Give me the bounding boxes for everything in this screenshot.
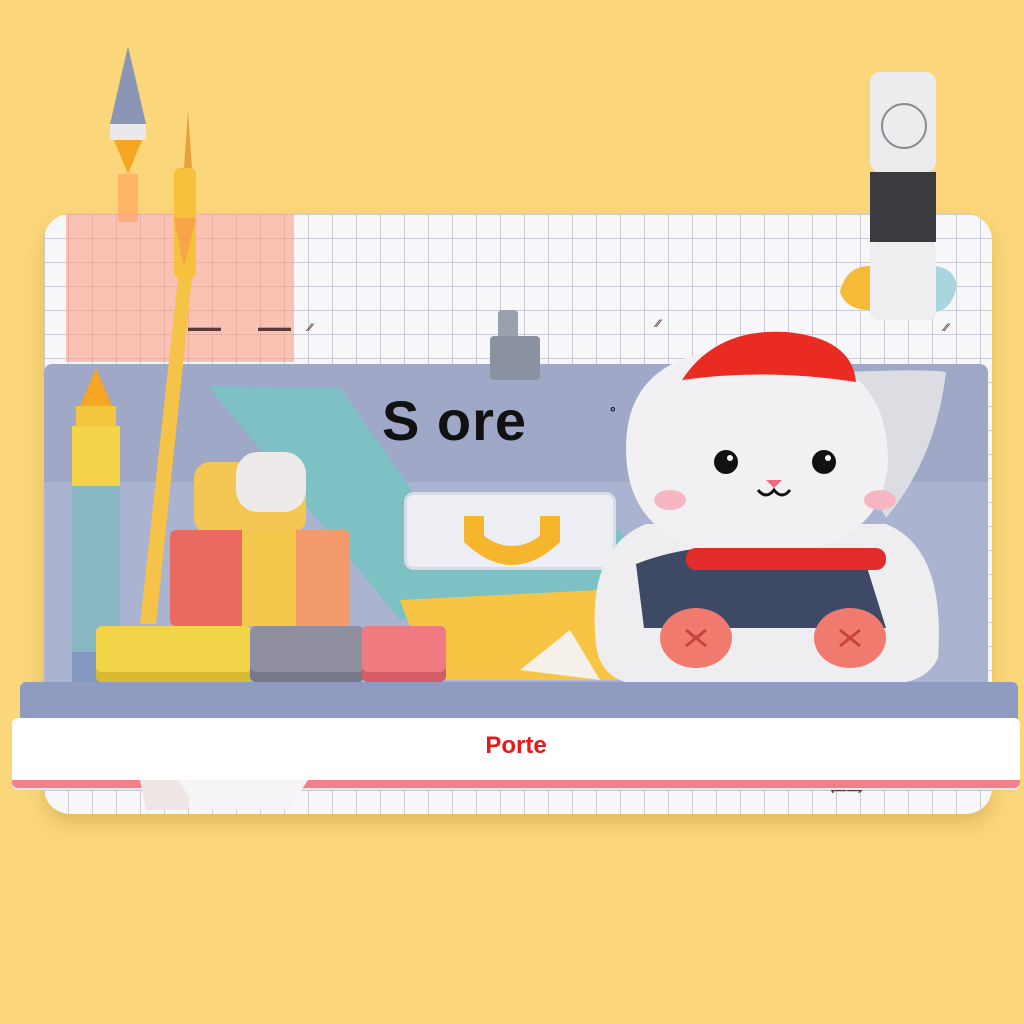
shelf xyxy=(20,682,1018,722)
label-strip: Porte xyxy=(12,718,1020,788)
eraser-icon xyxy=(840,72,957,320)
pink-block xyxy=(362,626,446,682)
hanging-tabs xyxy=(140,780,308,810)
yellow-block xyxy=(96,626,252,682)
block-stack xyxy=(170,530,350,626)
cat-mascot xyxy=(594,331,946,684)
gray-block xyxy=(250,626,364,682)
scene: ▬▬▬ ▬▬▬ ⁄⁄ ⁄⁄ ⁄⁄ ⁄⁄ ⟵⟶ S ore ° xyxy=(0,0,1024,1024)
clip-icon xyxy=(490,310,540,380)
board-scribble: ▬▬▬ xyxy=(258,322,291,334)
board-scribble: ⁄⁄ xyxy=(308,322,312,334)
label-text: Porte xyxy=(485,732,547,759)
sign-text: S ore xyxy=(382,389,528,452)
bracket-icon xyxy=(464,516,560,565)
dispenser-icon xyxy=(194,452,306,534)
